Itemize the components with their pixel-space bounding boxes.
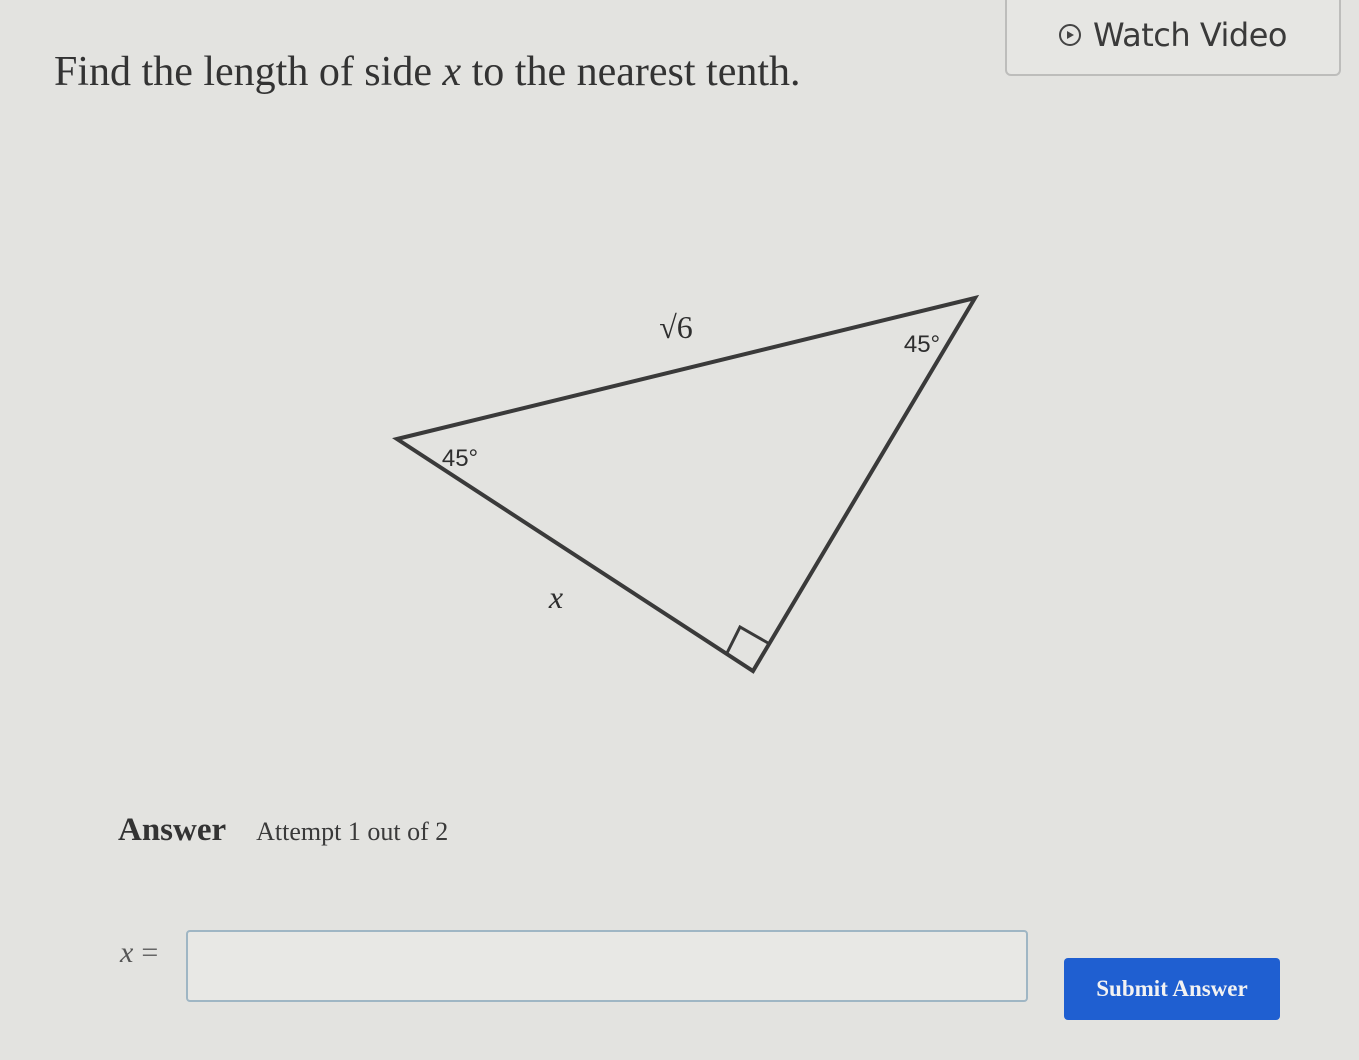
answer-input[interactable] [186, 930, 1028, 1002]
submit-answer-button[interactable]: Submit Answer [1064, 958, 1280, 1020]
side-x-label: x [548, 579, 563, 615]
watch-video-button[interactable]: Watch Video [1005, 0, 1341, 76]
answer-header: Answer Attempt 1 out of 2 [118, 812, 448, 849]
question-variable: x [442, 49, 462, 95]
answer-variable-label: x = [120, 936, 158, 970]
attempt-counter: Attempt 1 out of 2 [256, 817, 449, 846]
question-suffix: to the nearest tenth. [461, 49, 801, 95]
answer-variable: x [120, 936, 134, 969]
hypotenuse-label: √6 [659, 309, 693, 345]
equals-sign: = [141, 936, 159, 969]
triangle [392, 294, 980, 674]
answer-title: Answer [118, 812, 227, 848]
question-prefix: Find the length of side [54, 49, 443, 95]
play-circle-icon [1059, 24, 1082, 46]
watch-video-label: Watch Video [1093, 16, 1287, 54]
question-text: Find the length of side x to the nearest… [54, 48, 801, 96]
triangle-figure: √6 45° 45° x [392, 294, 980, 674]
angle-left-label: 45° [442, 445, 478, 472]
right-angle-marker [725, 624, 769, 654]
angle-top-label: 45° [904, 331, 940, 358]
